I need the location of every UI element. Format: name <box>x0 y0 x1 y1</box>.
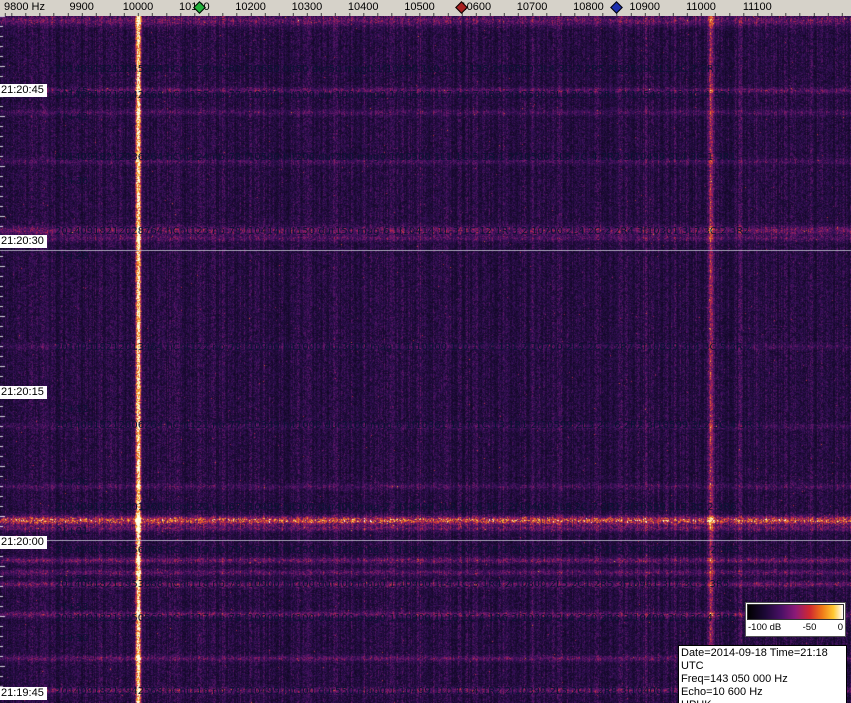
echo-time-marker: ^t+36 <box>55 176 89 187</box>
freq-tick-label: 10000 <box>122 1 154 13</box>
echo-time-marker: ^t+42 <box>55 112 89 123</box>
freq-tick-label: 10800 <box>573 1 604 13</box>
info-date-line: Date=2014-09-18 Time=21:18 UTC <box>681 647 828 672</box>
time-label: 21:19:45 <box>0 687 47 700</box>
echo-data-annotation: 20140918211953868 hCnt118 nb-78 f10900 h… <box>55 579 730 590</box>
blue-frequency-marker[interactable] <box>609 1 623 14</box>
freq-tick-label: 10400 <box>347 1 379 13</box>
echo-data-annotation: 20140918211950568 hCnt117 nb-78 f10900 h… <box>55 613 736 624</box>
time-label: 21:20:15 <box>0 386 47 399</box>
echo-data-annotation: 20140918212006264 hCnt121 nb-77 f10349 h… <box>55 420 763 431</box>
time-label: 21:20:00 <box>0 536 47 549</box>
freq-tick-label: 11000 <box>686 1 716 13</box>
echo-time-marker: ^t+01 <box>55 526 89 537</box>
freq-tick-label: 10200 <box>235 1 266 13</box>
minute-gridline <box>0 540 851 541</box>
spectrogram-app: 9800 Hz990010000101001020010300104001050… <box>0 0 851 703</box>
freq-tick-label: 10700 <box>516 1 548 13</box>
frequency-axis: 9800 Hz990010000101001020010300104001050… <box>0 0 851 16</box>
legend-label-max: 0 <box>837 622 843 633</box>
echo-time-marker: ^t+53 <box>55 602 89 613</box>
echo-data-annotation: 20140918211956068 hCnt119 nb-78 f10901 h… <box>55 545 740 556</box>
echo-data-annotation: 20140918212001368 hCnt120 nb-67 f10499 h… <box>55 502 737 513</box>
info-station-line: HPHK <box>681 699 844 703</box>
echo-data-annotation: 20140918212013464 hCnt122 nb-78 f10900 h… <box>55 342 753 353</box>
info-echo-line: Echo=10 600 Hz <box>681 686 763 698</box>
freq-tick-label: 11100 <box>742 1 772 13</box>
echo-data-annotation: 20140918211942568 hCnt116 nb-78 f10499 h… <box>55 686 711 697</box>
freq-tick-label: 10500 <box>404 1 435 13</box>
echo-data-annotation: 20140918212028764 hCnt123 nb-78 f10414 h… <box>55 226 750 237</box>
color-scale-legend: -100 dB -50 0 <box>745 602 846 637</box>
legend-label-mid: -50 <box>802 622 817 633</box>
overlay-layer: 21:20:45 21:20:30 21:20:15 21:20:00 21:19:45… <box>0 0 851 703</box>
echo-data-annotation: 20140918212045264 hCnt126 nb-80 f10650 h… <box>55 64 721 75</box>
echo-time-marker: ^t+06 <box>55 477 89 488</box>
freq-tick-label: 10300 <box>291 1 323 13</box>
minute-gridline <box>0 250 851 251</box>
freq-tick-label: 9800 Hz <box>4 1 45 13</box>
legend-label-min: -100 dB <box>748 622 782 633</box>
info-box: Date=2014-09-18 Time=21:18 UTC Freq=143 … <box>678 645 847 703</box>
freq-tick-label: 9900 <box>69 1 94 13</box>
legend-labels: -100 dB -50 0 <box>747 620 844 635</box>
echo-time-marker: ^t+13 <box>55 404 89 415</box>
echo-time-marker: ^t+28 <box>55 251 89 262</box>
echo-time-marker: ^t+50 <box>55 633 89 644</box>
info-freq-line: Freq=143 050 000 Hz <box>681 673 788 685</box>
time-label: 21:20:30 <box>0 235 47 248</box>
echo-data-annotation: 20140918212042668 hCnt125 nb-77 f10549 h… <box>55 90 733 101</box>
time-label: 21:20:45 <box>0 84 47 97</box>
color-gradient-bar <box>747 604 844 620</box>
freq-tick-label: 10900 <box>629 1 660 13</box>
echo-data-annotation: 20140918212036264 hCnt124 nb-78 f10500 h… <box>55 152 737 163</box>
